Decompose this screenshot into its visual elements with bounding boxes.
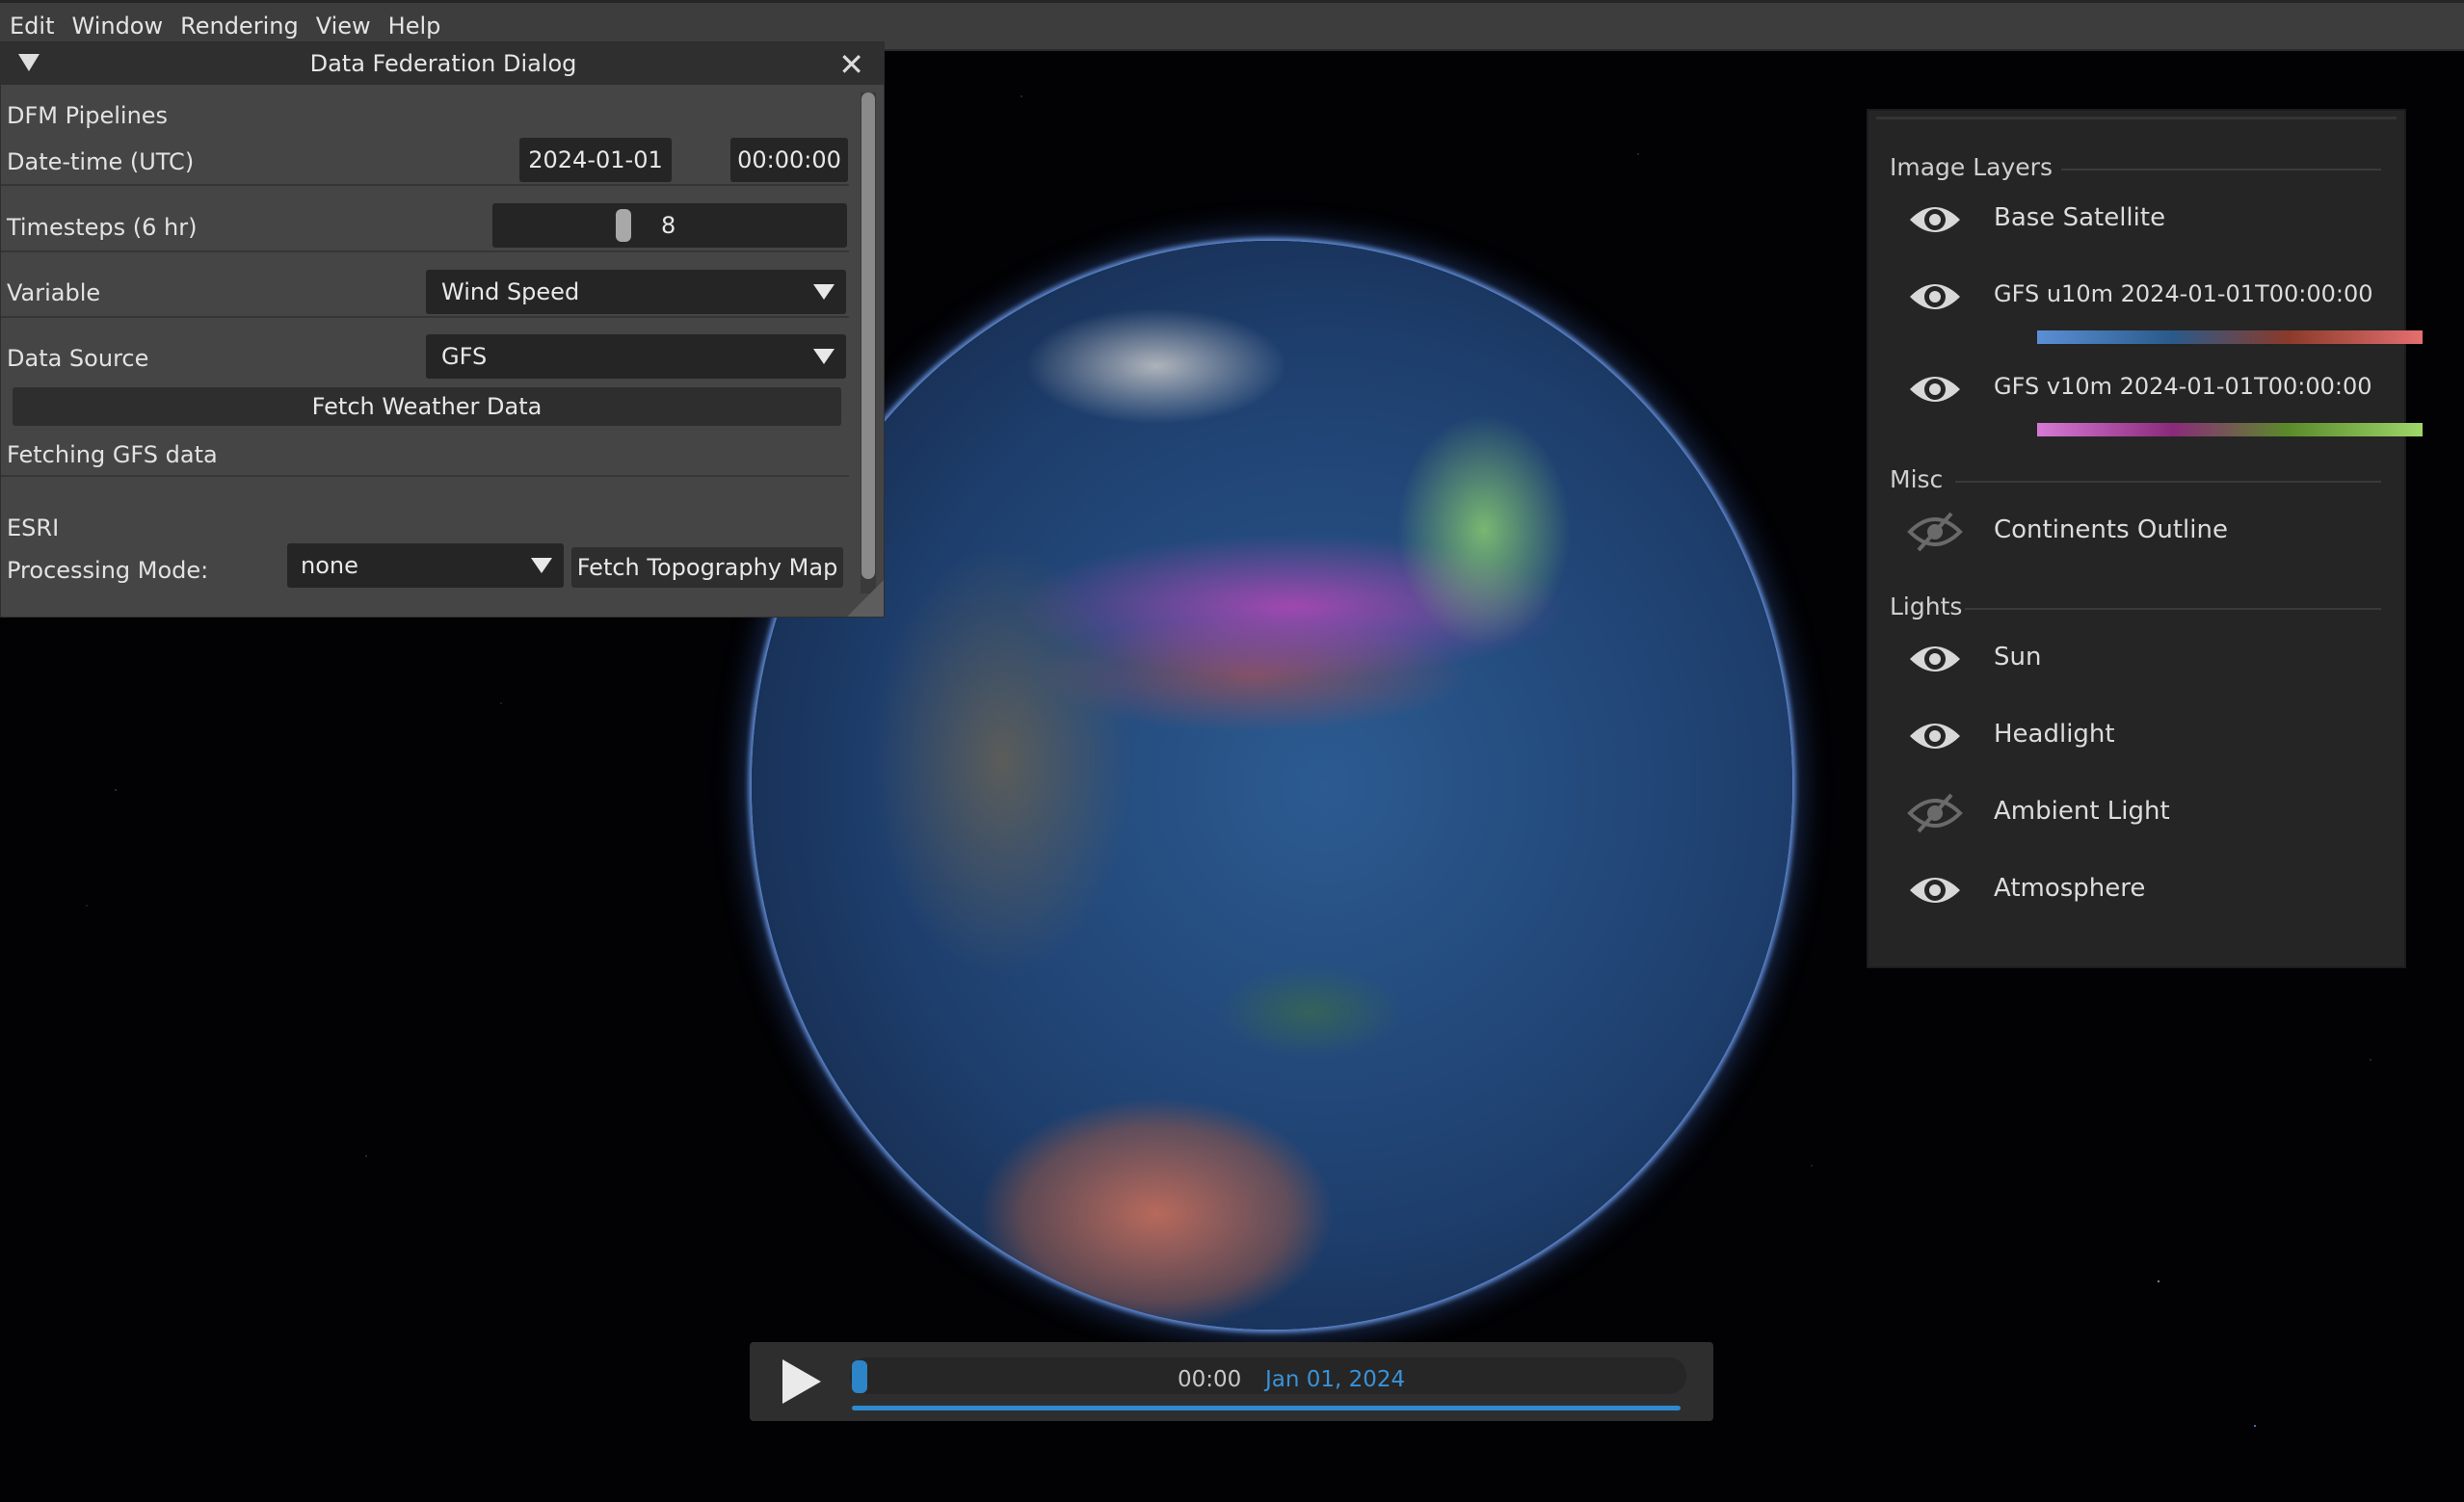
dialog-scrollbar[interactable] (861, 92, 876, 593)
processing-mode-value: none (301, 552, 358, 579)
earth-globe[interactable] (752, 241, 1792, 1330)
lights-title: Lights (1890, 593, 1963, 620)
light-atmosphere[interactable]: Atmosphere (1907, 864, 2389, 922)
layer-name: Continents Outline (1994, 515, 2228, 544)
divider (1, 475, 849, 477)
eye-off-icon[interactable] (1907, 791, 1963, 835)
layer-base-satellite[interactable]: Base Satellite (1907, 194, 2389, 251)
datasource-select[interactable]: GFS (426, 334, 846, 379)
chevron-down-icon[interactable] (531, 558, 552, 573)
play-icon[interactable] (782, 1359, 821, 1404)
eye-icon[interactable] (1907, 868, 1963, 912)
date-field[interactable]: 2024-01-01 (519, 138, 672, 182)
variable-select[interactable]: Wind Speed (426, 270, 846, 314)
layer-name: Base Satellite (1994, 203, 2166, 232)
dfm-pipelines-label: DFM Pipelines (7, 102, 169, 129)
light-name: Atmosphere (1994, 874, 2146, 903)
menu-help[interactable]: Help (388, 13, 441, 40)
status-text: Fetching GFS data (7, 441, 218, 468)
layer-name: GFS v10m 2024-01-01T00:00:00 (1994, 373, 2372, 400)
light-ambient[interactable]: Ambient Light (1907, 787, 2389, 845)
processing-label: Processing Mode: (7, 557, 209, 584)
layer-gfs-v10m[interactable]: GFS v10m 2024-01-01T00:00:00 (1907, 363, 2423, 436)
dialog-titlebar[interactable]: Data Federation Dialog ✕ (1, 42, 884, 85)
layer-continents-outline[interactable]: Continents Outline (1907, 506, 2389, 564)
variable-label: Variable (7, 279, 101, 306)
fetch-weather-button[interactable]: Fetch Weather Data (13, 387, 841, 426)
datasource-label: Data Source (7, 345, 149, 372)
esri-label: ESRI (7, 514, 60, 541)
layer-gfs-u10m[interactable]: GFS u10m 2024-01-01T00:00:00 (1907, 271, 2423, 344)
fetch-topography-button[interactable]: Fetch Topography Map (571, 547, 843, 588)
eye-icon[interactable] (1907, 637, 1963, 681)
layers-panel: Image Layers Base Satellite GFS u10m 202… (1867, 109, 2423, 968)
timeline-date: Jan 01, 2024 (1265, 1367, 1406, 1392)
resize-grip-icon[interactable] (847, 580, 884, 617)
light-sun[interactable]: Sun (1907, 633, 2389, 691)
section-divider (1965, 608, 2381, 610)
eye-off-icon[interactable] (1907, 510, 1963, 554)
dialog-title: Data Federation Dialog (309, 50, 577, 77)
eye-icon[interactable] (1907, 198, 1963, 242)
section-divider (2061, 169, 2381, 171)
close-icon[interactable]: ✕ (838, 46, 864, 83)
menu-rendering[interactable]: Rendering (180, 13, 299, 40)
chevron-down-icon[interactable] (813, 284, 835, 300)
light-name: Ambient Light (1994, 797, 2170, 826)
section-divider (1955, 481, 2381, 483)
timesteps-value: 8 (661, 212, 676, 239)
menu-window[interactable]: Window (71, 13, 163, 40)
divider (1, 250, 849, 252)
light-name: Headlight (1994, 720, 2115, 749)
menu-edit[interactable]: Edit (10, 13, 54, 40)
misc-title: Misc (1890, 465, 1944, 493)
time-field[interactable]: 00:00:00 (730, 138, 848, 182)
timeline-bar: 00:00 Jan 01, 2024 (750, 1342, 1713, 1421)
data-federation-dialog: Data Federation Dialog ✕ DFM Pipelines D… (0, 41, 885, 618)
datetime-row: Date-time (UTC) (1, 148, 849, 197)
menu-view[interactable]: View (316, 13, 371, 40)
timesteps-label: Timesteps (6 hr) (7, 214, 198, 241)
timeline-scrubber-handle[interactable] (852, 1360, 867, 1393)
eye-icon[interactable] (1907, 714, 1963, 758)
timeline-progress (852, 1406, 1681, 1410)
datasource-select-value: GFS (441, 343, 488, 370)
light-headlight[interactable]: Headlight (1907, 710, 2389, 768)
processing-mode-select[interactable]: none (287, 543, 564, 588)
panel-header-line (1876, 117, 2397, 119)
chevron-down-icon[interactable] (813, 349, 835, 364)
v10m-color-ramp (2037, 423, 2423, 436)
datetime-label: Date-time (UTC) (7, 148, 195, 175)
eye-icon[interactable] (1907, 367, 1963, 411)
image-layers-title: Image Layers (1890, 153, 2053, 181)
variable-select-value: Wind Speed (441, 278, 580, 305)
divider (1, 316, 849, 318)
layer-name: GFS u10m 2024-01-01T00:00:00 (1994, 280, 2373, 307)
u10m-color-ramp (2037, 330, 2423, 344)
timesteps-slider-handle[interactable] (616, 209, 631, 242)
divider (1, 184, 849, 186)
timeline-time: 00:00 (1178, 1367, 1242, 1392)
scrollbar-thumb[interactable] (861, 92, 875, 579)
eye-icon[interactable] (1907, 275, 1963, 319)
light-name: Sun (1994, 643, 2042, 672)
timesteps-slider[interactable]: 8 (492, 203, 847, 248)
